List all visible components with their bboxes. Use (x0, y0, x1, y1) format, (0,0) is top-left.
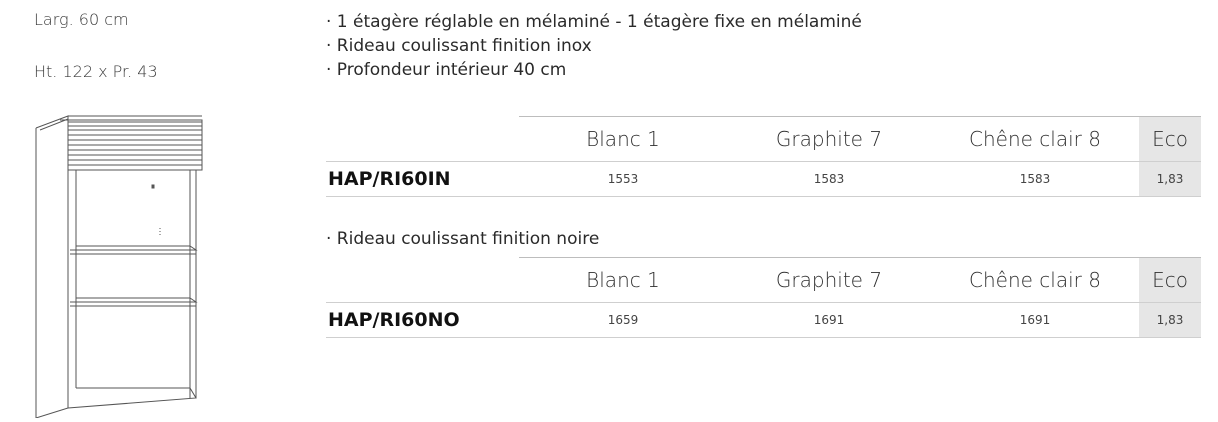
header-eco: Eco (1139, 116, 1201, 162)
feature-shutter-inox: · Rideau coulissant finition inox (326, 36, 592, 56)
table-header-row: Blanc 1 Graphite 7 Chêne clair 8 Eco (326, 257, 1201, 303)
feature-shelves: · 1 étagère réglable en mélaminé - 1 éta… (326, 12, 862, 32)
price-chene-clair: 1583 (931, 161, 1139, 197)
header-blanc: Blanc 1 (519, 116, 727, 162)
table-header-row: Blanc 1 Graphite 7 Chêne clair 8 Eco (326, 116, 1201, 162)
price-table-inox: Blanc 1 Graphite 7 Chêne clair 8 Eco HAP… (326, 116, 1201, 197)
price-blanc: 1659 (519, 302, 727, 338)
header-chene-clair: Chêne clair 8 (931, 116, 1139, 162)
product-reference: HAP/RI60NO (326, 302, 519, 338)
header-blanc: Blanc 1 (519, 257, 727, 303)
eco-value: 1,83 (1139, 161, 1201, 197)
table-row: HAP/RI60NO 1659 1691 1691 1,83 (326, 302, 1201, 338)
price-graphite: 1583 (727, 161, 931, 197)
cabinet-drawing (30, 108, 230, 422)
width-dimension: Larg. 60 cm (34, 10, 129, 29)
product-reference: HAP/RI60IN (326, 161, 519, 197)
feature-list: · 1 étagère réglable en mélaminé - 1 éta… (326, 10, 862, 82)
price-table-noire: Blanc 1 Graphite 7 Chêne clair 8 Eco HAP… (326, 257, 1201, 338)
header-blank (326, 117, 519, 162)
header-eco: Eco (1139, 257, 1201, 303)
height-depth-dimension: Ht. 122 x Pr. 43 (34, 62, 158, 81)
eco-value: 1,83 (1139, 302, 1201, 338)
variant-note: · Rideau coulissant finition noire (326, 229, 600, 249)
table-row: HAP/RI60IN 1553 1583 1583 1,83 (326, 161, 1201, 197)
header-chene-clair: Chêne clair 8 (931, 257, 1139, 303)
feature-inner-depth: · Profondeur intérieur 40 cm (326, 60, 567, 80)
price-graphite: 1691 (727, 302, 931, 338)
header-graphite: Graphite 7 (727, 116, 931, 162)
price-chene-clair: 1691 (931, 302, 1139, 338)
header-blank (326, 258, 519, 303)
header-graphite: Graphite 7 (727, 257, 931, 303)
price-blanc: 1553 (519, 161, 727, 197)
